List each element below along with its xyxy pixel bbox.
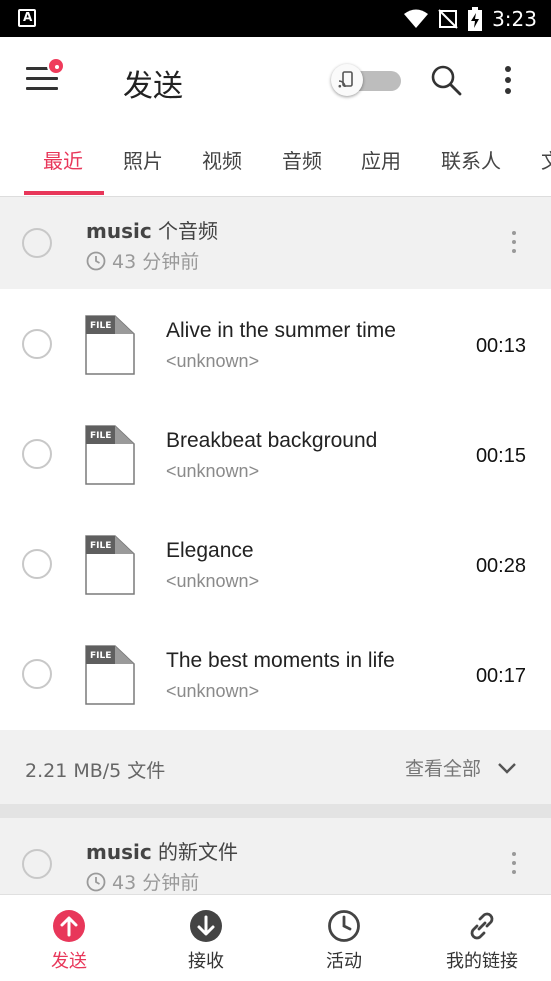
bottom-navigation: 发送 接收 活动 我的链接 xyxy=(0,894,551,981)
cast-phone-icon xyxy=(338,71,353,88)
category-tabs: 最近 照片 视频 音频 应用 联系人 文 xyxy=(0,123,551,197)
group-header[interactable]: music 个音频 43 分钟前 xyxy=(0,197,551,289)
status-time: 3:23 xyxy=(492,6,537,31)
no-signal-icon xyxy=(438,8,458,29)
tab-recent[interactable]: 最近 xyxy=(43,145,83,174)
tab-files[interactable]: 文 xyxy=(541,145,551,174)
item-duration: 00:17 xyxy=(475,665,526,687)
group-more-icon[interactable] xyxy=(509,231,519,255)
list-item[interactable]: FILE Breakbeat background <unknown> 00:1… xyxy=(0,399,551,509)
item-artist: <unknown> xyxy=(166,571,260,591)
item-artist: <unknown> xyxy=(166,461,260,481)
active-tab-indicator xyxy=(24,191,104,195)
view-all-button[interactable]: 查看全部 xyxy=(405,754,517,781)
a-icon: A xyxy=(18,9,36,27)
group-separator xyxy=(0,804,551,818)
group-title: music 的新文件 xyxy=(86,840,239,864)
connect-toggle[interactable] xyxy=(331,64,403,98)
item-select-radio[interactable] xyxy=(22,329,52,359)
nav-receive[interactable]: 接收 xyxy=(156,909,256,972)
svg-text:FILE: FILE xyxy=(90,431,111,441)
app-toolbar: 发送 xyxy=(0,37,551,123)
hamburger-menu-icon[interactable] xyxy=(26,57,65,93)
item-duration: 00:28 xyxy=(475,555,526,577)
nav-activity-label: 活动 xyxy=(326,951,362,972)
group-time: 43 分钟前 xyxy=(86,247,199,274)
group-footer: 2.21 MB/5 文件 查看全部 xyxy=(0,730,551,804)
group-more-icon[interactable] xyxy=(509,852,519,876)
upload-arrow-icon xyxy=(53,910,85,942)
list-item[interactable]: FILE The best moments in life <unknown> … xyxy=(0,619,551,729)
item-select-radio[interactable] xyxy=(22,549,52,579)
svg-text:FILE: FILE xyxy=(90,541,111,551)
item-select-radio[interactable] xyxy=(22,659,52,689)
more-vert-icon[interactable] xyxy=(498,63,518,97)
svg-text:FILE: FILE xyxy=(90,651,111,661)
group-select-radio[interactable] xyxy=(22,228,52,258)
nav-my-links[interactable]: 我的链接 xyxy=(432,909,532,972)
file-icon: FILE xyxy=(85,535,135,595)
link-icon xyxy=(470,912,494,940)
nav-send[interactable]: 发送 xyxy=(19,909,119,972)
chevron-down-icon xyxy=(498,762,516,774)
download-arrow-icon xyxy=(190,910,222,942)
tab-audio[interactable]: 音频 xyxy=(282,145,322,174)
battery-charging-icon xyxy=(468,6,483,31)
tab-videos[interactable]: 视频 xyxy=(202,145,242,174)
item-name: Elegance xyxy=(166,539,254,562)
search-icon[interactable] xyxy=(430,64,462,96)
group-time: 43 分钟前 xyxy=(86,868,199,895)
clock-icon xyxy=(328,910,360,942)
item-artist: <unknown> xyxy=(166,681,260,701)
tab-apps[interactable]: 应用 xyxy=(361,145,401,174)
item-select-radio[interactable] xyxy=(22,439,52,469)
view-all-label: 查看全部 xyxy=(404,758,481,780)
nav-my-links-label: 我的链接 xyxy=(446,951,518,972)
file-icon: FILE xyxy=(85,315,135,375)
page-title: 发送 xyxy=(123,69,183,104)
file-icon: FILE xyxy=(85,645,135,705)
file-icon: FILE xyxy=(85,425,135,485)
item-name: Breakbeat background xyxy=(166,429,378,452)
item-duration: 00:15 xyxy=(475,445,526,467)
group-title: music 个音频 xyxy=(86,219,219,243)
item-duration: 00:13 xyxy=(475,335,526,357)
list-item[interactable]: FILE Alive in the summer time <unknown> … xyxy=(0,289,551,399)
item-name: Alive in the summer time xyxy=(166,319,396,342)
nav-activity[interactable]: 活动 xyxy=(294,909,394,972)
list-item[interactable]: FILE Elegance <unknown> 00:28 xyxy=(0,509,551,619)
clock-icon xyxy=(86,872,106,891)
wifi-icon xyxy=(404,9,429,28)
status-bar: A 3:23 xyxy=(0,0,551,37)
group-size-summary: 2.21 MB/5 文件 xyxy=(25,760,166,782)
group-select-radio[interactable] xyxy=(22,849,52,879)
item-name: The best moments in life xyxy=(166,649,395,672)
tab-contacts[interactable]: 联系人 xyxy=(441,145,501,174)
nav-send-label: 发送 xyxy=(51,951,87,972)
notification-dot xyxy=(47,57,65,75)
nav-receive-label: 接收 xyxy=(188,951,224,972)
item-artist: <unknown> xyxy=(166,351,260,371)
clock-icon xyxy=(86,251,106,270)
svg-text:FILE: FILE xyxy=(90,321,111,331)
tab-photos[interactable]: 照片 xyxy=(123,145,163,174)
